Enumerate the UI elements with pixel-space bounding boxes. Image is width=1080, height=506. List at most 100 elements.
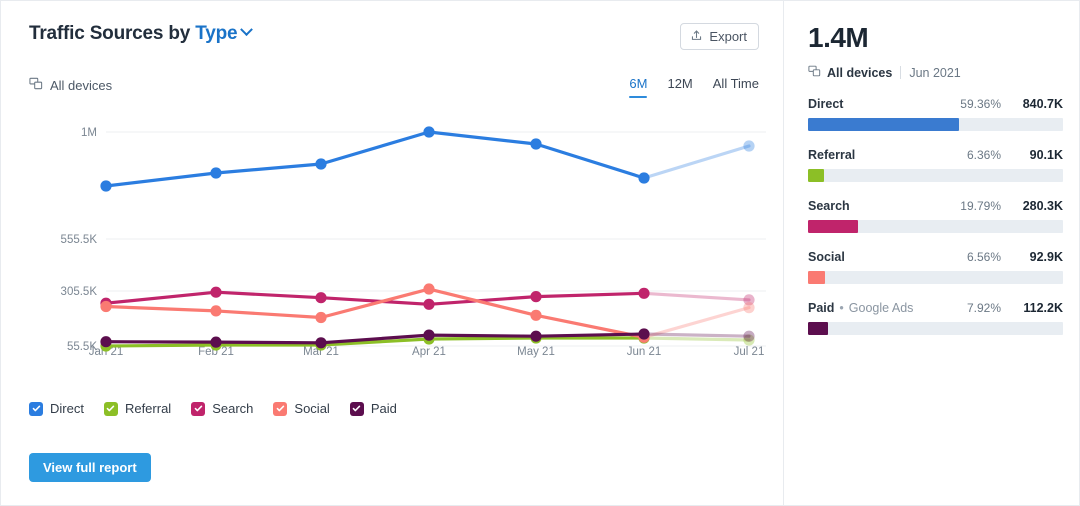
legend-label: Referral [124,401,172,416]
data-point-paid[interactable] [530,330,542,342]
panel-devices-filter[interactable]: All devices [808,65,892,80]
metric-bar-track [808,220,1063,233]
x-axis-label: Jun 21 [627,346,662,358]
data-point-search[interactable] [210,286,222,298]
metric-name: Search [808,199,850,213]
metric-bar-track [808,118,1063,131]
data-point-paid[interactable] [743,330,755,342]
metric-percent: 7.92% [966,301,1001,315]
metric-value: 92.9K [1029,250,1063,264]
data-point-social[interactable] [100,300,112,313]
data-point-search[interactable] [423,298,435,310]
export-icon [690,29,703,45]
checkbox-icon[interactable] [349,401,364,416]
data-point-search[interactable] [530,291,542,303]
x-axis-label: May 21 [517,346,555,358]
legend-label: Search [212,401,254,416]
metric-name: Paid [808,301,835,315]
metrics-list: Direct 59.36% 840.7K Referral 6.36% 90.1K Sear… [808,97,1063,335]
data-point-direct[interactable] [638,172,650,184]
metric-header: Referral 6.36% 90.1K [808,148,1063,162]
x-axis-label: Jul 21 [734,346,765,358]
data-point-direct[interactable] [315,158,327,170]
data-point-direct[interactable] [530,138,542,150]
chart-card: Traffic Sources by Type Export All devic… [0,0,783,506]
devices-icon [808,65,821,80]
metric-name: Social [808,250,845,264]
all-devices-filter[interactable]: All devices [29,77,112,93]
metric-bar-fill [808,220,859,233]
metric-header: Search 19.79% 280.3K [808,199,1063,213]
data-point-direct[interactable] [210,167,222,179]
checkbox-icon[interactable] [273,401,288,416]
y-axis-label: 1M [81,127,97,139]
data-point-direct[interactable] [100,180,112,192]
metric-row: Referral 6.36% 90.1K [808,148,1063,182]
time-range-tabs: 6M 12M All Time [629,76,759,98]
range-all-time[interactable]: All Time [713,76,759,98]
traffic-sources-widget: Traffic Sources by Type Export All devic… [0,0,1080,506]
data-point-paid[interactable] [210,336,222,348]
devices-label: All devices [50,77,113,93]
divider [900,66,902,79]
metric-percent: 19.79% [960,199,1001,213]
panel-period: Jun 2021 [909,65,961,80]
metric-header: Social 6.56% 92.9K [808,250,1063,264]
checkbox-icon[interactable] [29,401,43,416]
series-line-projected-referral [642,336,751,342]
series-line-projected-paid [642,332,751,338]
data-point-social[interactable] [210,305,222,317]
metric-value: 280.3K [1022,199,1063,213]
data-point-direct[interactable] [743,140,755,152]
legend-item-social[interactable]: Social [273,401,330,416]
chart-svg: 55.5K305.5K555.5K1MJan 21 Feb 21 Mar 21 Apr… [61,126,766,358]
metric-percent: 6.56% [966,250,1001,264]
data-point-search[interactable] [638,287,650,299]
metric-bar-fill [808,271,825,284]
data-point-search[interactable] [315,292,327,304]
legend-item-referral[interactable]: Referral [103,401,172,416]
legend-item-paid[interactable]: Paid [349,401,397,416]
chevron-down-icon[interactable] [240,23,254,37]
data-point-direct[interactable] [423,126,435,138]
metric-row: Social 6.56% 92.9K [808,250,1063,284]
line-chart: 55.5K 305.5K 555.5K 1M Jan 21 Feb 21 Mar 21 Apr… [1,101,784,366]
legend-label: Direct [50,401,84,416]
data-point-social[interactable] [315,311,327,324]
series-line-direct [104,130,646,188]
metric-name: Referral [808,148,856,162]
series-line-projected-search [642,291,751,302]
metric-value: 840.7K [1022,97,1063,111]
type-dropdown[interactable]: Type [195,23,237,44]
metric-percent: 59.36% [960,97,1001,111]
data-point-social[interactable] [530,309,542,321]
chart-legend: Direct Referral Search Social Paid [29,401,397,416]
metrics-panel: 1.4M All devices Jun 2021 Direct 59.36% 84… [783,0,1080,506]
data-point-paid[interactable] [423,329,435,341]
data-point-paid[interactable] [638,328,650,340]
export-button[interactable]: Export [680,23,759,50]
legend-item-search[interactable]: Search [191,401,253,416]
metric-value: 90.1K [1029,148,1063,162]
checkbox-icon[interactable] [103,401,118,416]
panel-subheader: All devices Jun 2021 [808,65,1063,80]
metric-bar-fill [808,169,825,182]
metric-header: Direct 59.36% 840.7K [808,97,1063,111]
data-point-social[interactable] [743,302,755,314]
devices-icon [29,77,43,93]
data-point-paid[interactable] [100,336,112,348]
data-point-paid[interactable] [315,337,327,349]
range-6m[interactable]: 6M [629,76,648,98]
metric-percent: 6.36% [966,148,1001,162]
legend-item-direct[interactable]: Direct [29,401,84,416]
view-full-report-button[interactable]: View full report [29,453,151,482]
checkbox-icon[interactable] [191,401,206,416]
range-12m[interactable]: 12M [667,76,692,98]
card-header: Traffic Sources by Type Export [1,1,783,65]
metric-bar-track [808,169,1063,182]
metric-row: Direct 59.36% 840.7K [808,97,1063,131]
data-point-social[interactable] [423,283,435,295]
metric-bar-fill [808,118,960,131]
title-text: Traffic Sources by [29,23,191,44]
legend-label: Social [294,401,330,416]
